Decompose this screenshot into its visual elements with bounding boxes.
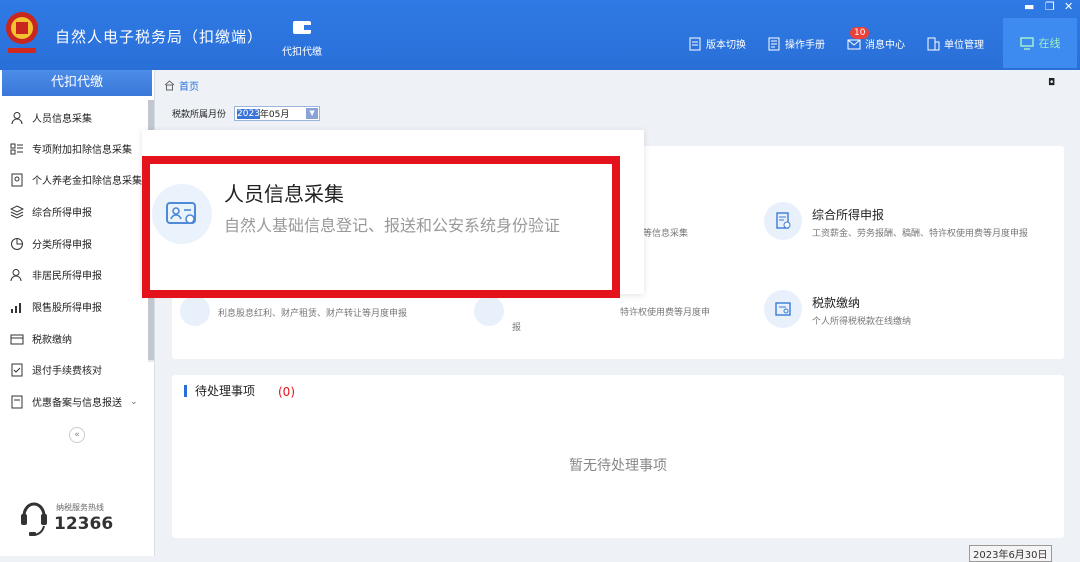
- manual-icon: [768, 37, 780, 50]
- wallet-icon: [293, 21, 311, 34]
- todo-panel: 待处理事项 (0) 暂无待处理事项: [172, 375, 1064, 538]
- bar-chart-icon: [11, 302, 21, 313]
- partial-desc-classified: 利息股息红利、财产租赁、财产转让等月度申报: [218, 309, 408, 319]
- home-icon: [164, 80, 175, 91]
- dropdown-arrow-icon[interactable]: ▼: [306, 108, 319, 119]
- todo-title: 待处理事项: [184, 385, 255, 397]
- nonresident-icon: [10, 268, 22, 281]
- tax-month-label: 税款所属月份: [172, 110, 227, 120]
- sidebar-item-label: 综合所得申报: [32, 208, 92, 219]
- main-content: 首页 ◘ 税款所属月份 2023 年05月 ▼ 综合所得申报 工资薪金、劳务报酬…: [142, 70, 1080, 562]
- sidebar-item-pension-deduction[interactable]: 个人养老金扣除信息采集: [0, 164, 148, 195]
- hotline-number: 12366: [54, 514, 114, 534]
- monitor-icon: [1019, 36, 1034, 50]
- wallet-icon: [10, 334, 24, 344]
- check-doc-icon: [11, 363, 23, 376]
- record-icon: [11, 395, 23, 408]
- building-icon: [927, 37, 940, 50]
- sidebar-item-label: 优惠备案与信息报送: [32, 398, 122, 409]
- sidebar: 代扣代缴 人员信息采集 专项附加扣除信息采集 个人养老金扣除信息采集 综合所得申…: [0, 70, 155, 556]
- module-label: 代扣代缴: [282, 47, 322, 58]
- online-status-label: 在线: [1038, 37, 1061, 50]
- sidebar-item-restricted-stock[interactable]: 限售股所得申报: [0, 291, 148, 322]
- close-button[interactable]: ✕: [1064, 1, 1073, 13]
- message-icon: [847, 39, 861, 49]
- sidebar-item-label: 专项附加扣除信息采集: [32, 145, 132, 156]
- sidebar-item-refund-fee-check[interactable]: 退付手续费核对: [0, 354, 148, 385]
- headset-service-icon: [21, 502, 47, 536]
- unit-management-button[interactable]: 单位管理: [926, 36, 984, 51]
- version-switch-button[interactable]: 版本切换: [688, 36, 746, 51]
- person-icon: [11, 111, 23, 124]
- manual-label: 操作手册: [785, 40, 825, 51]
- date-tag: 2023年6月30日: [969, 545, 1052, 562]
- sidebar-item-preferential-filing[interactable]: 优惠备案与信息报送 ⌄: [0, 386, 148, 417]
- sidebar-item-special-deduction[interactable]: 专项附加扣除信息采集: [0, 133, 148, 164]
- message-center-button[interactable]: 消息中心: [847, 36, 905, 51]
- todo-empty-text: 暂无待处理事项: [569, 458, 667, 474]
- todo-count: (0): [278, 385, 295, 399]
- hotline-block: 纳税服务热线 12366: [18, 498, 148, 548]
- id-card-icon: [152, 184, 212, 244]
- highlight-desc: 自然人基础信息登记、报送和公安系统身份验证: [224, 216, 561, 235]
- sidebar-item-label: 分类所得申报: [32, 240, 92, 251]
- card-desc: 工资薪金、劳务报酬、稿酬、特许权使用费等月度申报: [812, 229, 1029, 239]
- minimize-button[interactable]: ▬: [1024, 1, 1034, 13]
- breadcrumb-label: 首页: [179, 82, 199, 93]
- sidebar-item-comprehensive-income[interactable]: 综合所得申报: [0, 196, 148, 227]
- collapse-sidebar-button[interactable]: «: [69, 427, 85, 443]
- card-comprehensive-income[interactable]: 综合所得申报 工资薪金、劳务报酬、稿酬、特许权使用费等月度申报: [764, 202, 1064, 242]
- sidebar-item-label: 税款缴纳: [32, 335, 72, 346]
- unit-management-label: 单位管理: [944, 40, 984, 51]
- restore-button[interactable]: ❐: [1045, 1, 1055, 13]
- message-center-label: 消息中心: [865, 40, 905, 51]
- module-withholding-button[interactable]: 代扣代缴: [280, 18, 324, 62]
- breadcrumb-home[interactable]: 首页: [164, 78, 199, 93]
- title-bar: 自然人电子税务局（扣缴端） 代扣代缴 ▬ ❐ ✕ 版本切换 操作手册 10 消息…: [0, 0, 1080, 70]
- sidebar-item-label: 退付手续费核对: [32, 366, 102, 377]
- maximize-panel-button[interactable]: ◘: [1048, 78, 1055, 88]
- sidebar-item-nonresident-income[interactable]: 非居民所得申报: [0, 259, 148, 290]
- sidebar-title: 代扣代缴: [2, 70, 152, 96]
- version-switch-label: 版本切换: [706, 40, 746, 51]
- partial-desc-nonresident: 特许权使用费等月度申: [620, 308, 711, 318]
- card-title: 税款缴纳: [812, 296, 861, 310]
- tax-month-row: 税款所属月份 2023 年05月 ▼: [172, 106, 321, 121]
- sidebar-item-label: 非居民所得申报: [32, 271, 102, 282]
- highlight-personnel-info-card[interactable]: 人员信息采集 自然人基础信息登记、报送和公安系统身份验证: [142, 156, 620, 298]
- pie-icon: [11, 237, 23, 250]
- sidebar-item-tax-payment[interactable]: 税款缴纳: [0, 323, 148, 354]
- list-icon: [10, 143, 23, 154]
- layers-icon: [10, 204, 24, 219]
- payment-icon: [764, 290, 802, 328]
- online-status-button[interactable]: 在线: [1003, 18, 1077, 68]
- partial-desc-nonresident-b: 报: [512, 323, 522, 333]
- sidebar-item-categorized-income[interactable]: 分类所得申报: [0, 228, 148, 259]
- card-tax-payment[interactable]: 税款缴纳 个人所得税税款在线缴纳: [764, 290, 1064, 330]
- tax-doc-icon: [764, 202, 802, 240]
- card-desc: 个人所得税税款在线缴纳: [812, 317, 912, 327]
- card-categorized-income-partial[interactable]: 利息股息红利、财产租赁、财产转让等月度申报: [180, 296, 407, 326]
- manual-button[interactable]: 操作手册: [767, 36, 825, 51]
- income-doc-icon: [180, 296, 210, 326]
- sidebar-item-personnel-info[interactable]: 人员信息采集: [0, 102, 148, 133]
- tax-month-rest: 年05月: [259, 110, 290, 120]
- tax-month-year: 2023: [237, 108, 260, 119]
- switch-icon: [689, 37, 701, 50]
- tax-month-picker[interactable]: 2023 年05月 ▼: [234, 106, 321, 121]
- highlight-title: 人员信息采集: [224, 182, 344, 206]
- hotline-label: 纳税服务热线: [56, 503, 104, 512]
- sidebar-item-label: 限售股所得申报: [32, 303, 102, 314]
- app-title: 自然人电子税务局（扣缴端）: [55, 28, 264, 46]
- card-title: 综合所得申报: [812, 208, 885, 222]
- chevron-down-icon: ⌄: [130, 396, 138, 407]
- tax-emblem-logo: [6, 12, 38, 53]
- income-doc-icon: [474, 296, 504, 326]
- card-nonresident-partial[interactable]: 特许权使用费等月度申 报: [474, 296, 710, 336]
- sidebar-item-label: 人员信息采集: [32, 114, 92, 125]
- pension-icon: [11, 173, 23, 186]
- sidebar-item-label: 个人养老金扣除信息采集: [32, 176, 142, 187]
